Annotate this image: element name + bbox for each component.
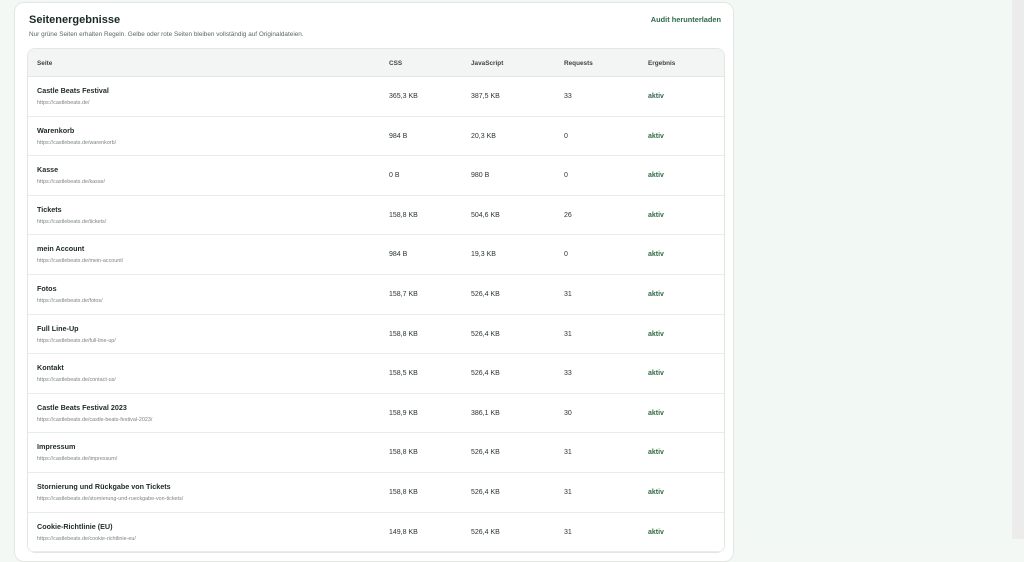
css-size: 158,8 KB <box>389 330 418 338</box>
page-title: Castle Beats Festival <box>37 86 109 95</box>
page-url: https://castlebeats.de/fotos/ <box>37 297 103 304</box>
javascript-size: 980 B <box>471 172 490 180</box>
css-size: 365,3 KB <box>389 93 418 100</box>
result-status: aktiv <box>648 251 664 259</box>
section-subtitle: Nur grüne Seiten erhalten Regeln. Gelbe … <box>29 31 304 38</box>
request-count: 0 <box>564 251 568 259</box>
page-title: Kontakt <box>37 363 64 373</box>
javascript-size: 526,4 KB <box>471 488 500 496</box>
css-size: 158,9 KB <box>389 409 418 417</box>
page-url: https://castlebeats.de/stornierung-und-r… <box>37 495 184 502</box>
table-row: Warenkorb https://castlebeats.de/warenkor… <box>28 116 724 157</box>
result-status: aktiv <box>648 290 664 298</box>
request-count: 33 <box>564 370 572 378</box>
javascript-size: 387,5 KB <box>471 93 500 100</box>
css-size: 149,8 KB <box>389 528 418 536</box>
css-size: 158,7 KB <box>389 290 418 298</box>
page-title: Kasse <box>37 165 59 175</box>
result-status: aktiv <box>648 528 664 536</box>
page-title: Full Line-Up <box>37 323 79 333</box>
section-title: Seitenergebnisse <box>29 14 121 26</box>
header-page: Seite <box>37 60 53 67</box>
table-body: Castle Beats Festival https://castlebeats… <box>28 77 724 553</box>
page-title: Cookie-Richtlinie (EU) <box>37 521 113 531</box>
javascript-size: 504,6 KB <box>471 211 500 219</box>
page-url: https://castlebeats.de/ <box>37 100 90 106</box>
table-row: Impressum https://castlebeats.de/impressu… <box>28 433 724 473</box>
page-title: Warenkorb <box>37 125 75 135</box>
page-url: https://castlebeats.de/warenkorb/ <box>37 139 117 146</box>
request-count: 0 <box>564 132 568 140</box>
javascript-size: 526,4 KB <box>471 290 500 298</box>
page-results-card: Seitenergebnisse Nur grüne Seiten erhalt… <box>14 2 734 562</box>
page-title: Stornierung und Rückgabe von Tickets <box>37 481 171 491</box>
table-row: Tickets https://castlebeats.de/tickets/15… <box>28 195 724 236</box>
result-status: aktiv <box>648 172 664 180</box>
request-count: 31 <box>564 290 572 298</box>
javascript-size: 19,3 KB <box>471 251 496 259</box>
page-title: Fotos <box>37 283 57 293</box>
table-row: Castle Beats Festival 2023 https://castle… <box>28 393 724 434</box>
header-requests: Requests <box>564 60 593 67</box>
css-size: 158,8 KB <box>389 211 418 219</box>
result-status: aktiv <box>648 449 664 457</box>
result-status: aktiv <box>648 409 664 417</box>
page-url: https://castlebeats.de/full-line-up/ <box>37 337 116 344</box>
javascript-size: 526,4 KB <box>471 528 500 536</box>
javascript-size: 526,4 KB <box>471 370 500 378</box>
result-status: aktiv <box>648 211 664 219</box>
javascript-size: 20,3 KB <box>471 132 496 140</box>
table-row: Fotos https://castlebeats.de/fotos/158,7 … <box>28 274 724 315</box>
page-title: Castle Beats Festival 2023 <box>37 402 127 412</box>
header-result: Ergebnis <box>648 60 676 67</box>
result-status: aktiv <box>648 132 664 140</box>
css-size: 984 B <box>389 251 408 259</box>
page-title: mein Account <box>37 244 85 254</box>
header-css: CSS <box>389 60 403 67</box>
page-url: https://castlebeats.de/impressum/ <box>37 456 118 463</box>
page-url: https://castlebeats.de/tickets/ <box>37 218 107 225</box>
results-table: Seite CSS JavaScript Requests Ergebnis C… <box>27 48 725 554</box>
table-row: Full Line-Up https://castlebeats.de/full-… <box>28 314 724 355</box>
page-title: Tickets <box>37 204 62 214</box>
result-status: aktiv <box>648 93 664 100</box>
result-status: aktiv <box>648 370 664 378</box>
table-row: Stornierung und Rückgabe von Tickets http… <box>28 472 724 513</box>
table-row: Kontakt https://castlebeats.de/contact-us… <box>28 354 724 394</box>
request-count: 31 <box>564 330 572 338</box>
table-row: Cookie-Richtlinie (EU) https://castlebeat… <box>28 512 724 553</box>
scrollbar[interactable] <box>1012 0 1024 539</box>
request-count: 26 <box>564 211 572 219</box>
page-url: https://castlebeats.de/castle-beats-fest… <box>37 416 153 423</box>
css-size: 158,8 KB <box>389 488 418 496</box>
css-size: 0 B <box>389 172 400 180</box>
header-javascript: JavaScript <box>471 60 504 67</box>
request-count: 31 <box>564 449 572 457</box>
request-count: 33 <box>564 93 572 100</box>
css-size: 158,5 KB <box>389 370 418 378</box>
page-url: https://castlebeats.de/kasse/ <box>37 179 106 186</box>
request-count: 30 <box>564 409 572 417</box>
css-size: 984 B <box>389 132 408 140</box>
download-audit-link[interactable]: Audit herunterladen <box>651 15 721 24</box>
request-count: 31 <box>564 528 572 536</box>
table-row: mein Account https://castlebeats.de/mein-… <box>28 235 724 275</box>
page-url: https://castlebeats.de/contact-us/ <box>37 377 116 384</box>
javascript-size: 386,1 KB <box>471 409 500 417</box>
result-status: aktiv <box>648 488 664 496</box>
page-url: https://castlebeats.de/mein-account/ <box>37 258 124 265</box>
css-size: 158,8 KB <box>389 449 418 457</box>
javascript-size: 526,4 KB <box>471 330 500 338</box>
page-title: Impressum <box>37 442 76 452</box>
request-count: 31 <box>564 488 572 496</box>
javascript-size: 526,4 KB <box>471 449 500 457</box>
request-count: 0 <box>564 172 568 180</box>
table-row: Kasse https://castlebeats.de/kasse/0 B 980… <box>28 156 724 196</box>
table-header: Seite CSS JavaScript Requests Ergebnis <box>28 49 724 77</box>
result-status: aktiv <box>648 330 664 338</box>
side-panel <box>740 0 1010 539</box>
table-row: Castle Beats Festival https://castlebeats… <box>28 77 724 117</box>
